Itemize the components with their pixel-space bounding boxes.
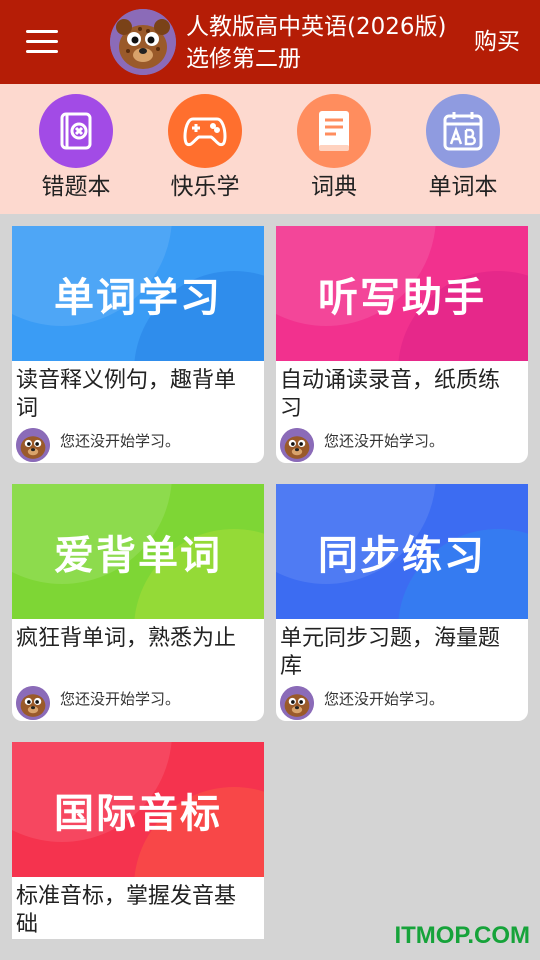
card-love-words[interactable]: 爱背单词 疯狂背单词，熟悉为止 您还没开始学习。 <box>12 484 264 721</box>
dictionary-icon <box>297 94 371 168</box>
quick-item-label: 单词本 <box>428 174 498 200</box>
quick-access-bar: 错题本 快乐学 词典 单词本 <box>0 84 540 214</box>
avatar <box>16 428 50 462</box>
card-banner: 听写助手 <box>276 226 528 361</box>
study-status: 您还没开始学习。 <box>60 431 181 450</box>
app-logo <box>110 9 176 75</box>
quick-item-word-book[interactable]: 单词本 <box>398 94 528 202</box>
card-description: 单元同步习题，海量题库 <box>280 626 501 679</box>
card-title: 国际音标 <box>54 790 222 837</box>
quick-item-label: 错题本 <box>41 174 111 200</box>
quick-item-dictionary[interactable]: 词典 <box>269 94 399 202</box>
study-status: 您还没开始学习。 <box>324 431 445 450</box>
avatar <box>280 686 314 720</box>
card-description: 标准音标，掌握发音基础 <box>16 884 237 937</box>
card-sync-practice[interactable]: 同步练习 单元同步习题，海量题库 您还没开始学习。 <box>276 484 528 721</box>
calendar-ab-icon <box>426 94 500 168</box>
card-banner: 同步练习 <box>276 484 528 619</box>
wrong-notebook-icon <box>39 94 113 168</box>
card-banner: 国际音标 <box>12 742 264 877</box>
avatar <box>16 686 50 720</box>
book-subtitle: 选修第二册 <box>186 46 301 72</box>
card-description: 读音释义例句，趣背单词 <box>16 368 237 421</box>
buy-button[interactable]: 购买 <box>474 26 520 58</box>
card-description: 自动诵读录音，纸质练习 <box>280 368 501 421</box>
quick-item-label: 词典 <box>311 174 357 200</box>
top-bar: 人教版高中英语(2026版) 选修第二册 购买 <box>0 0 540 84</box>
card-title: 听写助手 <box>318 274 486 321</box>
quick-item-label: 快乐学 <box>170 174 240 200</box>
card-banner: 单词学习 <box>12 226 264 361</box>
study-status: 您还没开始学习。 <box>324 689 445 708</box>
card-title: 单词学习 <box>54 274 222 321</box>
card-description: 疯狂背单词，熟悉为止 <box>16 626 237 651</box>
card-phonetics[interactable]: 国际音标 标准音标，掌握发音基础 <box>12 742 264 939</box>
card-title: 爱背单词 <box>54 532 222 579</box>
book-title: 人教版高中英语(2026版) <box>186 14 447 40</box>
watermark: ITMOP.COM <box>394 922 530 949</box>
study-status: 您还没开始学习。 <box>60 689 181 708</box>
avatar <box>280 428 314 462</box>
card-dictation-helper[interactable]: 听写助手 自动诵读录音，纸质练习 您还没开始学习。 <box>276 226 528 463</box>
quick-item-wrong-notebook[interactable]: 错题本 <box>11 94 141 202</box>
gamepad-icon <box>168 94 242 168</box>
menu-icon[interactable] <box>26 30 58 54</box>
card-title: 同步练习 <box>318 532 486 579</box>
card-banner: 爱背单词 <box>12 484 264 619</box>
quick-item-happy-learn[interactable]: 快乐学 <box>140 94 270 202</box>
card-word-study[interactable]: 单词学习 读音释义例句，趣背单词 您还没开始学习。 <box>12 226 264 463</box>
